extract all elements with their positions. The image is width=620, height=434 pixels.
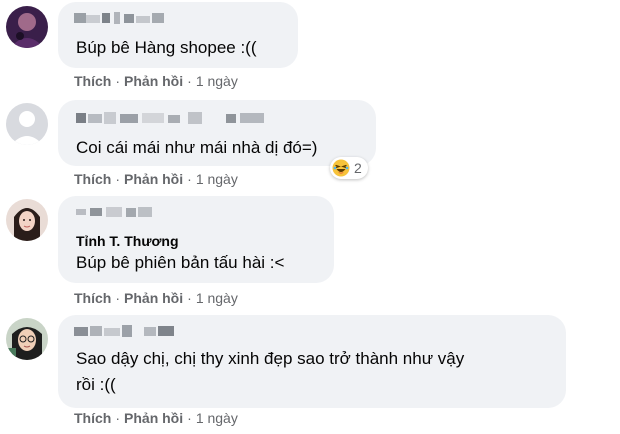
avatar[interactable] [6,199,48,241]
author-name-blurred[interactable] [76,205,156,219]
avatar[interactable] [6,6,48,48]
comment-text: Búp bê phiên bản tấu hài :< [76,253,285,272]
comment-bubble: Sao dậy chị, chị thy xinh đẹp sao trở th… [58,315,566,408]
timestamp[interactable]: 1 ngày [196,73,238,89]
reaction-count: 2 [354,160,362,176]
comment-actions: Thích · Phản hồi · 1 ngày [74,410,238,426]
timestamp[interactable]: 1 ngày [196,290,238,306]
tagged-name[interactable]: Tỉnh T. Thương [76,233,179,249]
comment-actions: Thích · Phản hồi · 1 ngày [74,171,238,187]
comment-item: Búp bê Hàng shopee :(( Thích · Phản hồi · 1 … [0,0,620,95]
author-name-blurred[interactable] [74,324,184,338]
reply-link[interactable]: Phản hồi [124,410,183,426]
author-name-blurred[interactable] [74,11,170,25]
like-link[interactable]: Thích [74,290,111,306]
reply-link[interactable]: Phản hồi [124,171,183,187]
comment-item: Sao dậy chị, chị thy xinh đẹp sao trở th… [0,313,620,434]
avatar[interactable] [6,103,48,145]
comment-item: Coi cái mái như mái nhà dị đó=) 2 Thích ·… [0,95,620,195]
comment-actions: Thích · Phản hồi · 1 ngày [74,73,238,89]
timestamp[interactable]: 1 ngày [196,171,238,187]
like-link[interactable]: Thích [74,410,111,426]
comment-text: Búp bê Hàng shopee :(( [76,38,257,57]
reply-link[interactable]: Phản hồi [124,290,183,306]
like-link[interactable]: Thích [74,73,111,89]
author-name-blurred[interactable] [76,111,276,125]
comment-actions: Thích · Phản hồi · 1 ngày [74,290,238,306]
reaction-badge[interactable]: 2 [330,157,368,179]
timestamp[interactable]: 1 ngày [196,410,238,426]
avatar[interactable] [6,318,48,360]
reply-link[interactable]: Phản hồi [124,73,183,89]
comment-bubble: Coi cái mái như mái nhà dị đó=) [58,100,376,166]
comment-bubble: Tỉnh T. Thương Búp bê phiên bản tấu hài … [58,196,334,283]
comment-bubble: Búp bê Hàng shopee :(( [58,2,298,68]
comment-text: Sao dậy chị, chị thy xinh đẹp sao trở th… [76,349,465,394]
comment-item: Tỉnh T. Thương Búp bê phiên bản tấu hài … [0,195,620,313]
like-link[interactable]: Thích [74,171,111,187]
comment-text: Coi cái mái như mái nhà dị đó=) [76,138,318,157]
laughing-emoji-icon [332,159,350,177]
